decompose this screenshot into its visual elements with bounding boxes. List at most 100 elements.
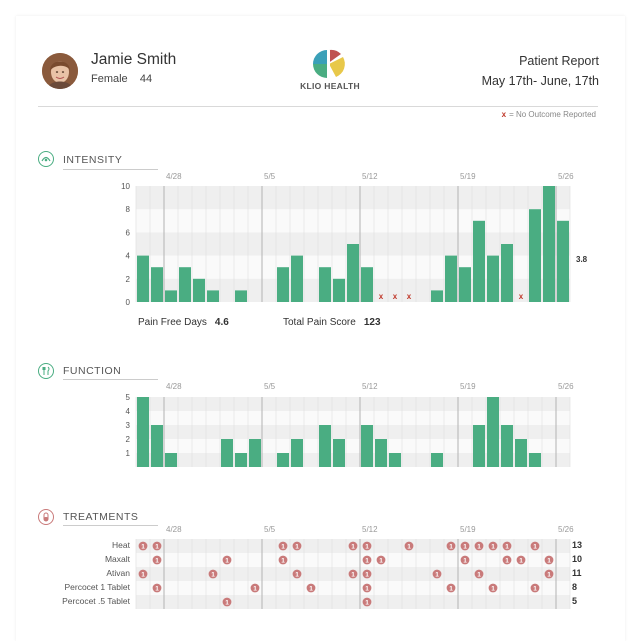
treatment-total: 13 xyxy=(572,540,583,550)
intensity-title: INTENSITY xyxy=(63,154,123,166)
function-bar xyxy=(361,425,373,467)
dose-count: 1 xyxy=(477,544,481,551)
brand-name: KLIO HEALTH xyxy=(300,81,360,91)
pain-free-days: Pain Free Days 4.6 xyxy=(138,317,229,328)
total-pain-label: Total Pain Score xyxy=(283,317,356,328)
function-bar xyxy=(221,439,233,467)
treatment-name: Heat xyxy=(112,540,130,550)
dose-count: 1 xyxy=(533,586,537,593)
date-label: 4/28 xyxy=(166,525,182,534)
dose-count: 1 xyxy=(351,572,355,579)
dose-count: 1 xyxy=(463,544,467,551)
dose-count: 1 xyxy=(365,586,369,593)
intensity-bar xyxy=(235,290,247,302)
date-label: 5/19 xyxy=(460,525,476,534)
treatment-name: Ativan xyxy=(106,568,130,578)
function-bar xyxy=(431,453,443,467)
treatment-total: 10 xyxy=(572,554,583,564)
y-tick-label: 3 xyxy=(126,421,131,430)
function-bar xyxy=(473,425,485,467)
date-label: 4/28 xyxy=(166,172,182,181)
intensity-bar xyxy=(291,255,303,302)
intensity-bar xyxy=(543,186,555,302)
dose-count: 1 xyxy=(491,586,495,593)
intensity-bar xyxy=(137,255,149,302)
intensity-bar xyxy=(207,290,219,302)
dose-count: 1 xyxy=(351,544,355,551)
y-tick-label: 2 xyxy=(126,275,131,284)
intensity-bar xyxy=(473,220,485,302)
dose-count: 1 xyxy=(295,572,299,579)
pain-free-value: 4.6 xyxy=(214,317,229,328)
function-bar xyxy=(389,453,401,467)
function-bar xyxy=(235,453,247,467)
no-outcome-marker: x xyxy=(393,292,398,301)
function-bar xyxy=(277,453,289,467)
dose-count: 1 xyxy=(281,544,285,551)
dose-count: 1 xyxy=(365,600,369,607)
y-tick-label: 0 xyxy=(126,298,131,307)
dose-count: 1 xyxy=(519,558,523,565)
dose-count: 1 xyxy=(505,544,509,551)
y-tick-label: 5 xyxy=(126,393,131,402)
dose-count: 1 xyxy=(295,544,299,551)
dose-count: 1 xyxy=(449,544,453,551)
dose-count: 1 xyxy=(225,558,229,565)
intensity-bar xyxy=(165,290,177,302)
intensity-bar xyxy=(445,255,457,302)
function-bar xyxy=(375,439,387,467)
dose-count: 1 xyxy=(435,572,439,579)
function-bar xyxy=(249,439,261,467)
date-label: 5/12 xyxy=(362,382,378,391)
function-bar xyxy=(333,439,345,467)
function-bar xyxy=(501,425,513,467)
function-bar xyxy=(515,439,527,467)
y-tick-label: 4 xyxy=(126,252,131,261)
report-page: { "patient": {"name": "Jamie Smith", "ge… xyxy=(0,0,641,641)
dose-count: 1 xyxy=(281,558,285,565)
side-value: 3.8 xyxy=(576,255,588,264)
avatar xyxy=(42,53,78,89)
patient-gender: Female xyxy=(91,73,128,85)
dose-count: 1 xyxy=(155,558,159,565)
total-pain-value: 123 xyxy=(363,317,381,328)
dose-count: 1 xyxy=(365,558,369,565)
report-title: Patient Report xyxy=(519,54,599,68)
report-dates: May 17th- June, 17th xyxy=(481,74,599,88)
function-bar xyxy=(291,439,303,467)
function-bar xyxy=(165,453,177,467)
treatment-total: 11 xyxy=(572,568,582,578)
function-bar xyxy=(137,397,149,467)
dose-count: 1 xyxy=(141,544,145,551)
date-label: 5/26 xyxy=(558,172,574,181)
intensity-bar xyxy=(529,209,541,302)
treatment-total: 5 xyxy=(572,596,578,606)
dose-count: 1 xyxy=(407,544,411,551)
treatment-name: Percocet 1 Tablet xyxy=(64,582,130,592)
dose-count: 1 xyxy=(211,572,215,579)
dose-count: 1 xyxy=(505,558,509,565)
intensity-bar xyxy=(487,255,499,302)
header-divider xyxy=(38,106,598,107)
intensity-bar xyxy=(347,244,359,302)
legend: x = No Outcome Reported xyxy=(502,110,596,119)
intensity-chart: 4/28 5/5 5/12 5/19 5/260246810x x x x3.8 xyxy=(121,172,588,307)
intensity-bar xyxy=(151,267,163,302)
dose-count: 1 xyxy=(547,572,551,579)
y-tick-label: 2 xyxy=(126,435,131,444)
legend-marker: x xyxy=(501,110,507,119)
dose-count: 1 xyxy=(463,558,467,565)
pain-free-label: Pain Free Days xyxy=(138,317,207,328)
date-label: 5/19 xyxy=(460,382,476,391)
no-outcome-marker: x xyxy=(519,292,524,301)
function-title: FUNCTION xyxy=(63,365,122,377)
dose-count: 1 xyxy=(449,586,453,593)
dose-count: 1 xyxy=(491,544,495,551)
date-label: 5/12 xyxy=(362,172,378,181)
dose-count: 1 xyxy=(225,600,229,607)
legend-text: = No Outcome Reported xyxy=(509,110,596,119)
intensity-bar xyxy=(319,267,331,302)
patient-age: 44 xyxy=(139,73,153,85)
dose-count: 1 xyxy=(365,544,369,551)
no-outcome-marker: x xyxy=(407,292,412,301)
